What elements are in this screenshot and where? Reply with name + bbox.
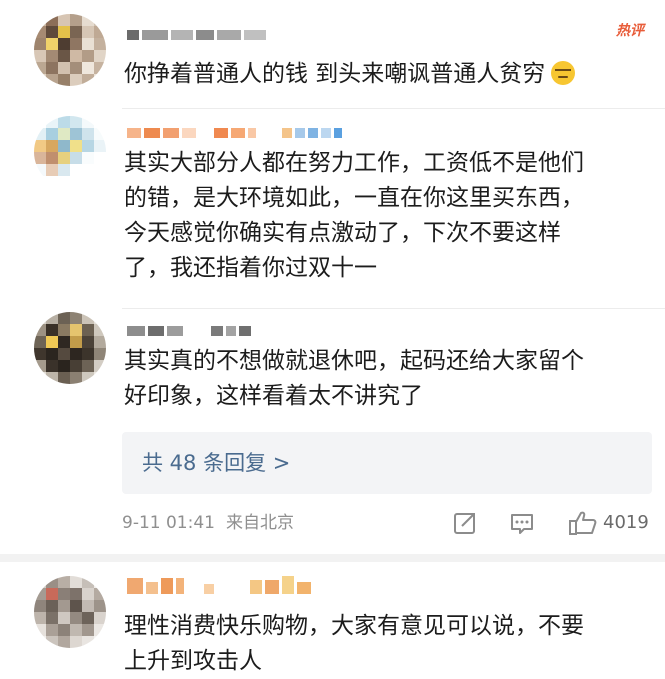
comment-location: 来自北京 <box>226 513 294 533</box>
divider <box>0 554 665 562</box>
like-count: 4019 <box>603 512 649 533</box>
avatar[interactable] <box>34 116 106 188</box>
divider <box>122 108 665 109</box>
comment-item: 热评 你挣着普通人的钱 到头来嘲讽普通人贫穷 <box>0 0 665 110</box>
comment-text: 你挣着普通人的钱 到头来嘲讽普通人贫穷 <box>124 57 654 92</box>
avatar[interactable] <box>34 14 106 86</box>
share-icon[interactable] <box>452 510 478 536</box>
username-blurred[interactable] <box>127 318 251 336</box>
username-blurred[interactable] <box>127 22 266 40</box>
comment-icon[interactable] <box>509 510 535 536</box>
username-blurred[interactable] <box>127 120 342 138</box>
view-replies-link[interactable]: 共 48 条回复 > <box>142 432 290 494</box>
avatar[interactable] <box>34 312 106 384</box>
hot-comment-badge: 热评 <box>616 23 644 39</box>
comment-item: 其实大部分人都在努力工作，工资低不是他们 的错，是大环境如此，一直在你这里买东西… <box>0 110 665 310</box>
comment-time: 9-11 01:41 <box>122 513 215 533</box>
username-blurred[interactable] <box>127 576 311 594</box>
thumbs-up-icon[interactable] <box>568 510 598 536</box>
divider <box>122 308 665 309</box>
comment-meta-row: 9-11 01:41 来自北京 4019 <box>122 508 652 538</box>
comment-text: 理性消费快乐购物，大家有意见可以说，不要 上升到攻击人 <box>124 613 584 674</box>
comment-item: 理性消费快乐购物，大家有意见可以说，不要 上升到攻击人 <box>0 562 665 679</box>
sweat-smile-emoji-icon <box>551 61 576 85</box>
comment-text: 其实真的不想做就退休吧，起码还给大家留个 好印象，这样看着太不讲究了 <box>124 348 584 409</box>
comment-text: 其实大部分人都在努力工作，工资低不是他们 的错，是大环境如此，一直在你这里买东西… <box>124 150 584 281</box>
avatar[interactable] <box>34 576 106 648</box>
view-replies-box[interactable]: 共 48 条回复 > <box>122 432 652 494</box>
